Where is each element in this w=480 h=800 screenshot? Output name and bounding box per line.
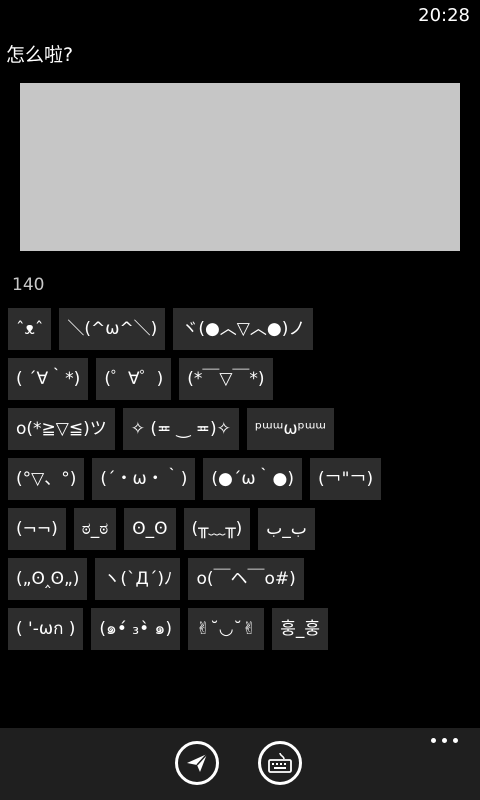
emoticon-button[interactable]: o(￣ヘ￣o#): [188, 558, 304, 600]
keyboard-button[interactable]: [258, 741, 302, 785]
emoticon-button[interactable]: ( ´∀｀*): [8, 358, 89, 400]
emoticon-button[interactable]: ヾ(●︿▽︿●)ノ: [173, 308, 314, 350]
emoticon-button[interactable]: (´・ω・｀): [92, 458, 196, 500]
keyboard-icon: [268, 752, 292, 773]
emoticon-row: (°▽、°) (´・ω・｀) (●´ω｀●) (￢"￢): [8, 458, 472, 500]
app-bar: [0, 728, 480, 800]
emoticon-button[interactable]: (*￣▽￣*): [179, 358, 273, 400]
emoticon-button[interactable]: ᵖᵚᵚωᵖᵚᵚ: [246, 408, 335, 450]
emoticon-grid: ˆᴥˆ ＼(^ω^＼) ヾ(●︿▽︿●)ノ ( ´∀｀*) (゜∀゜) (*￣▽￣*) o(…: [8, 308, 472, 658]
clock: 20:28: [418, 5, 470, 26]
emoticon-button[interactable]: (゜∀゜): [96, 358, 172, 400]
emoticon-row: (¬¬) ಠ_ಠ ʘ_ʘ (╥﹏╥) ب_ب: [8, 508, 472, 550]
send-button[interactable]: [175, 741, 219, 785]
emoticon-row: ( ´∀｀*) (゜∀゜) (*￣▽￣*): [8, 358, 472, 400]
char-counter: 140: [12, 275, 45, 295]
more-icon: [431, 738, 436, 743]
emoticon-row: ˆᴥˆ ＼(^ω^＼) ヾ(●︿▽︿●)ノ: [8, 308, 472, 350]
emoticon-button[interactable]: (¬¬): [8, 508, 66, 550]
send-icon: [187, 753, 208, 772]
more-button[interactable]: [431, 738, 458, 743]
emoticon-button[interactable]: ＼(^ω^＼): [59, 308, 166, 350]
emoticon-button[interactable]: 훙_훙: [272, 608, 329, 650]
status-bar: 20:28: [0, 0, 480, 32]
emoticon-button[interactable]: ヽ(`Д´)ﾉ: [95, 558, 181, 600]
emoticon-button[interactable]: ✧ (≖ ‿ ≖)✧: [122, 408, 239, 450]
emoticon-row: („ʘ‸ʘ„) ヽ(`Д´)ﾉ o(￣ヘ￣o#): [8, 558, 472, 600]
page-title: 怎么啦?: [6, 44, 74, 66]
emoticon-row: o(*≧▽≦)ツ ✧ (≖ ‿ ≖)✧ ᵖᵚᵚωᵖᵚᵚ: [8, 408, 472, 450]
emoticon-button[interactable]: ˆᴥˆ: [8, 308, 52, 350]
emoticon-button[interactable]: ( '-ωก ): [8, 608, 84, 650]
emoticon-button[interactable]: (๑•́ ₃•̀ ๑): [91, 608, 180, 650]
emoticon-button[interactable]: (￢"￢): [310, 458, 382, 500]
emoticon-button[interactable]: ب_ب: [258, 508, 315, 550]
emoticon-button[interactable]: (°▽、°): [8, 458, 85, 500]
emoticon-button[interactable]: ʘ_ʘ: [124, 508, 176, 550]
compose-input[interactable]: [20, 83, 460, 251]
emoticon-row: ( '-ωก ) (๑•́ ₃•̀ ๑) ✌˘◡˘✌ 훙_훙: [8, 608, 472, 650]
emoticon-button[interactable]: (╥﹏╥): [183, 508, 251, 550]
emoticon-button[interactable]: ✌˘◡˘✌: [187, 608, 265, 650]
emoticon-button[interactable]: ಠ_ಠ: [73, 508, 117, 550]
emoticon-button[interactable]: („ʘ‸ʘ„): [8, 558, 88, 600]
emoticon-button[interactable]: o(*≧▽≦)ツ: [8, 408, 115, 450]
emoticon-button[interactable]: (●´ω｀●): [203, 458, 303, 500]
